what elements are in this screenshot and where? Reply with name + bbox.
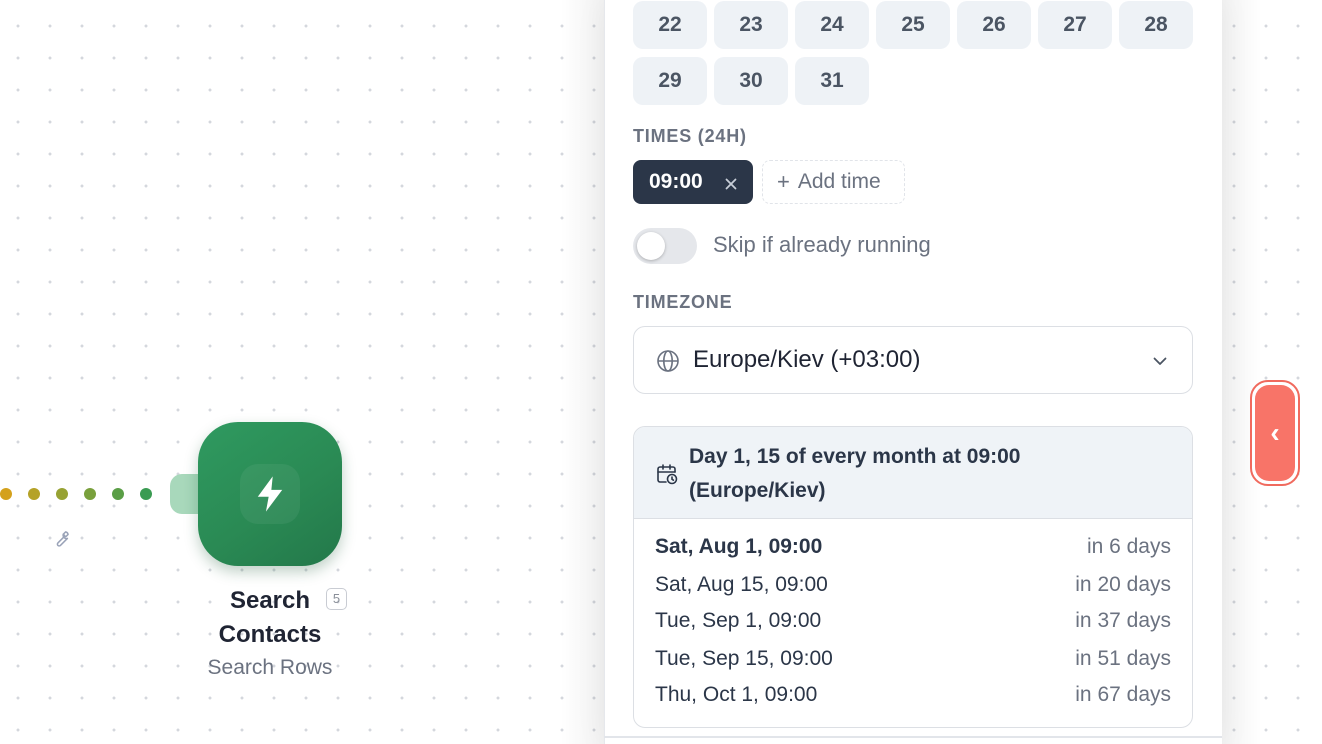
node-subtitle: Search Rows	[207, 656, 333, 679]
calendar-clock-icon	[655, 462, 679, 486]
run-datetime: Tue, Sep 15, 09:00	[655, 647, 833, 670]
node-title-line2: Contacts	[218, 621, 322, 648]
connector-dot	[84, 488, 96, 500]
plus-icon: +	[777, 169, 790, 194]
schedule-preview: Day 1, 15 of every month at 09:00 (Europ…	[633, 426, 1193, 728]
connector-dot	[140, 488, 152, 500]
run-datetime: Sat, Aug 15, 09:00	[655, 573, 828, 596]
globe-icon	[656, 349, 680, 373]
run-relative-time: in 67 days	[1075, 683, 1171, 706]
run-relative-time: in 20 days	[1075, 573, 1171, 596]
chevron-left-icon: ‹	[1255, 385, 1295, 481]
calendar-day[interactable]: 22	[633, 1, 707, 49]
schedule-summary-header: Day 1, 15 of every month at 09:00 (Europ…	[634, 427, 1192, 519]
calendar-day[interactable]: 23	[714, 1, 788, 49]
run-datetime: Sat, Aug 1, 09:00	[655, 535, 823, 558]
calendar-day[interactable]: 29	[633, 57, 707, 105]
time-chip[interactable]: 09:00	[633, 160, 753, 204]
panel-shadow	[560, 0, 604, 744]
connector-dot	[112, 488, 124, 500]
calendar-day[interactable]: 24	[795, 1, 869, 49]
wrench-icon[interactable]	[51, 529, 71, 549]
calendar-day[interactable]: 27	[1038, 1, 1112, 49]
calendar-day[interactable]: 30	[714, 57, 788, 105]
connector-dot	[28, 488, 40, 500]
connector-dot	[0, 488, 12, 500]
toggle-knob	[637, 232, 665, 260]
skip-if-running-label: Skip if already running	[713, 232, 931, 257]
calendar-day[interactable]: 25	[876, 1, 950, 49]
lightning-bolt-icon	[240, 464, 300, 524]
run-relative-time: in 6 days	[1086, 535, 1171, 558]
workflow-node-search-contacts[interactable]	[198, 422, 342, 566]
time-chip-label: 09:00	[649, 170, 703, 193]
calendar-day[interactable]: 31	[795, 57, 869, 105]
connector-dot	[56, 488, 68, 500]
close-icon[interactable]	[723, 174, 739, 190]
panel-divider	[604, 736, 1222, 738]
node-input-handle[interactable]	[170, 474, 200, 514]
add-time-label: Add time	[797, 170, 881, 193]
run-datetime: Thu, Oct 1, 09:00	[655, 683, 818, 706]
add-time-button[interactable]: + Add time	[762, 160, 905, 204]
run-relative-time: in 37 days	[1075, 609, 1171, 632]
panel-shadow-right	[1222, 0, 1262, 744]
node-count-badge: 5	[326, 588, 347, 610]
calendar-day[interactable]: 26	[957, 1, 1031, 49]
skip-if-running-toggle[interactable]	[633, 228, 697, 264]
timezone-label: TIMEZONE	[633, 292, 733, 312]
timezone-select[interactable]: Europe/Kiev (+03:00)	[633, 326, 1193, 394]
schedule-summary: Day 1, 15 of every month at 09:00 (Europ…	[689, 445, 1021, 502]
chevron-down-icon	[1152, 353, 1168, 369]
run-relative-time: in 51 days	[1075, 647, 1171, 670]
collapse-panel-button[interactable]: ‹	[1250, 380, 1300, 486]
calendar-day[interactable]: 28	[1119, 1, 1193, 49]
times-label: TIMES (24H)	[633, 126, 747, 146]
run-datetime: Tue, Sep 1, 09:00	[655, 609, 822, 632]
timezone-value: Europe/Kiev (+03:00)	[693, 346, 921, 373]
